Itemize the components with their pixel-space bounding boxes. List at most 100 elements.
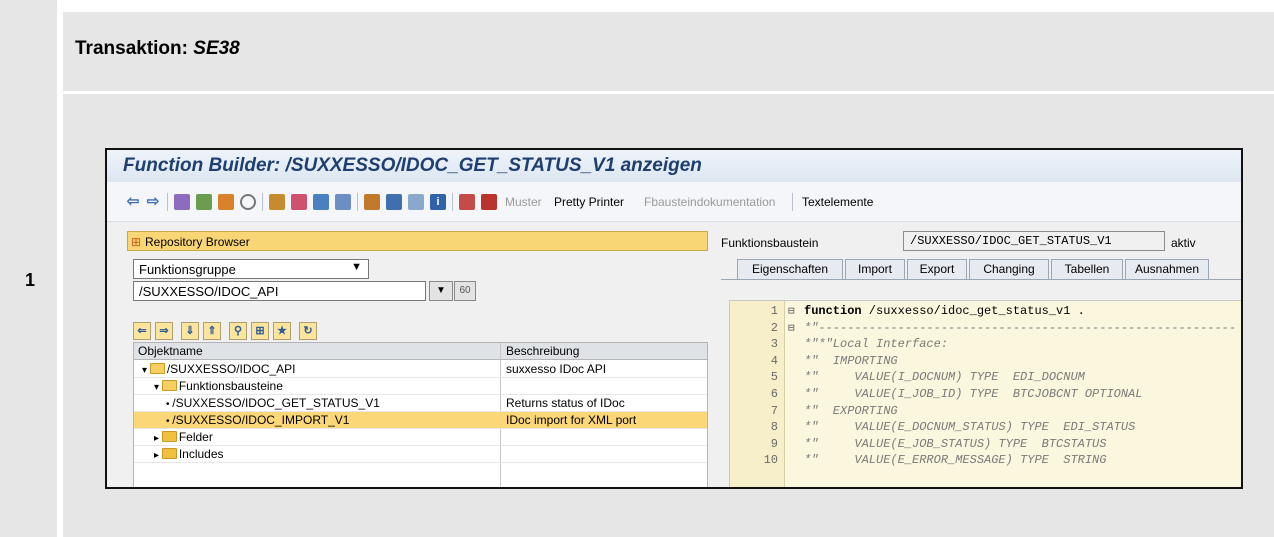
tree-row-label: /SUXXESSO/IDOC_API (166, 362, 296, 376)
function-module-label: Funktionsbaustein (721, 236, 819, 250)
window-title-bar: Function Builder: /SUXXESSO/IDOC_GET_STA… (107, 150, 1241, 182)
object-name-input[interactable]: /SUXXESSO/IDOC_API (133, 281, 426, 301)
copy-icon[interactable] (218, 194, 234, 210)
where-used-icon[interactable] (240, 194, 256, 210)
code-content: *"--------------------------------------… (804, 320, 1237, 335)
forward-nav-icon[interactable]: ⇒ (155, 322, 173, 340)
display-glasses-icon[interactable]: 60 (454, 281, 476, 301)
code-content: *" VALUE(E_JOB_STATUS) TYPE BTCSTATUS (804, 436, 1107, 451)
stop-icon[interactable] (481, 194, 497, 210)
folder-icon (149, 363, 165, 374)
muster-button[interactable]: Muster (505, 195, 542, 209)
tree-header: Objektname Beschreibung (134, 343, 707, 360)
tree-row[interactable]: • /SUXXESSO/IDOC_GET_STATUS_V1 Returns st… (134, 395, 707, 412)
check-icon[interactable] (174, 194, 190, 210)
code-text: function /suxxesso/idoc_get_status_v1 . (804, 304, 1085, 318)
binoculars-icon[interactable]: ⚲ (229, 322, 247, 340)
tree-row[interactable]: • /SUXXESSO/IDOC_IMPORT_V1 IDoc import fo… (134, 412, 707, 429)
code-text: *" IMPORTING (804, 354, 898, 368)
code-line: 5 *" VALUE(I_DOCNUM) TYPE EDI_DOCNUM (730, 370, 1241, 386)
code-keyword: function (804, 304, 862, 318)
network-icon[interactable] (459, 194, 475, 210)
code-text: *"*"Local Interface: (804, 337, 948, 351)
tab-import[interactable]: Import (845, 259, 905, 279)
tree-row[interactable]: ▸ Felder (134, 429, 707, 446)
tree-row[interactable]: ▾ Funktionsbausteine (134, 378, 707, 395)
source-code-editor[interactable]: 1 ⊟ function /suxxesso/idoc_get_status_v1 … (729, 300, 1241, 487)
collapse-up-icon[interactable]: ⇑ (203, 322, 221, 340)
code-text: *"--------------------------------------… (804, 321, 1236, 335)
edit-icon[interactable] (291, 194, 307, 210)
hierarchy-icon[interactable] (269, 194, 285, 210)
other-object-icon[interactable] (335, 194, 351, 210)
tree-row-description: suxxesso IDoc API (506, 362, 607, 376)
code-line: 7 *" EXPORTING (730, 404, 1241, 420)
expand-arrow-icon[interactable]: ▾ (154, 382, 162, 393)
test-icon[interactable] (313, 194, 329, 210)
repository-browser-header[interactable]: ⊞ Repository Browser (127, 231, 708, 251)
tree-row-name: • /SUXXESSO/IDOC_IMPORT_V1 (166, 413, 349, 427)
tab-ausnahmen[interactable]: Ausnahmen (1125, 259, 1209, 279)
tree-row-name: ▸ Includes (154, 447, 224, 461)
activation-status: aktiv (1171, 236, 1196, 250)
code-text: *" VALUE(E_ERROR_MESSAGE) TYPE STRING (804, 453, 1106, 467)
repository-browser-icon: ⊞ (131, 235, 142, 249)
step-number: 1 (24, 270, 35, 290)
info-icon[interactable]: i (430, 194, 446, 210)
activate-icon[interactable] (196, 194, 212, 210)
toolbar-separator (452, 193, 453, 211)
folder-icon (161, 380, 177, 391)
tab-baseline (721, 279, 1241, 280)
code-line: 2 ⊟ *"------------------------------------… (730, 320, 1241, 337)
fb-documentation-button[interactable]: Fbausteindokumentation (644, 195, 775, 209)
tree-row-label: Includes (178, 447, 224, 461)
fold-toggle-icon[interactable]: ⊟ (788, 304, 795, 318)
display-icon[interactable] (386, 194, 402, 210)
repository-browser-label: Repository Browser (145, 235, 250, 249)
back-nav-icon[interactable]: ⇐ (133, 322, 151, 340)
collapse-arrow-icon[interactable]: ▸ (154, 450, 162, 461)
refresh-icon[interactable]: ↻ (299, 322, 317, 340)
expand-down-icon[interactable]: ⇓ (181, 322, 199, 340)
code-content: *" VALUE(I_JOB_ID) TYPE BTCJOBCNT OPTION… (804, 387, 1143, 401)
favorites-star-icon[interactable]: ★ (273, 322, 291, 340)
object-list-icon[interactable] (364, 194, 380, 210)
tree-row[interactable]: ▸ Includes (134, 446, 707, 463)
code-content: *" EXPORTING (804, 403, 898, 418)
code-content: /suxxesso/idoc_get_status_v1 . (861, 304, 1085, 318)
tree-row[interactable]: ▾ /SUXXESSO/IDOC_API suxxesso IDoc API (134, 361, 707, 378)
tab-tabellen[interactable]: Tabellen (1051, 259, 1123, 279)
tree-row-description: IDoc import for XML port (506, 413, 637, 427)
pretty-printer-button[interactable]: Pretty Printer (554, 195, 624, 209)
expand-arrow-icon[interactable]: ▾ (142, 365, 150, 376)
dropdown-button[interactable]: ▼ (429, 281, 453, 301)
tree-icon[interactable]: ⊞ (251, 322, 269, 340)
tree-row-name: ▾ /SUXXESSO/IDOC_API (142, 362, 296, 376)
line-number: 5 (770, 370, 778, 385)
back-icon[interactable]: ⇦ (125, 194, 141, 210)
code-text: *" EXPORTING (804, 404, 898, 418)
object-type-select[interactable]: Funktionsgruppe ▼ (133, 259, 369, 279)
code-line: 6 *" VALUE(I_JOB_ID) TYPE BTCJOBCNT OPTIO… (730, 387, 1241, 403)
line-number: 2 (770, 320, 778, 335)
tree-row-label: Felder (178, 430, 213, 444)
heading-row: Transaktion: SE38 (63, 12, 1274, 91)
tab-export[interactable]: Export (907, 259, 967, 279)
forward-icon[interactable]: ⇨ (145, 194, 161, 210)
text-elements-button[interactable]: Textelemente (802, 195, 873, 209)
tab-changing[interactable]: Changing (969, 259, 1049, 279)
column-header-name: Objektname (138, 344, 203, 358)
transaction-code: SE38 (193, 38, 240, 59)
page-title: Transaktion: SE38 (75, 38, 240, 60)
fold-toggle-icon[interactable]: ⊟ (788, 321, 795, 335)
tree-row-label: /SUXXESSO/IDOC_IMPORT_V1 (172, 413, 350, 427)
tab-eigenschaften[interactable]: Eigenschaften (737, 259, 843, 279)
function-module-name: /SUXXESSO/IDOC_GET_STATUS_V1 (910, 234, 1112, 248)
code-line: 1 ⊟ function /suxxesso/idoc_get_status_v1 … (730, 304, 1241, 320)
code-text: *" VALUE(E_DOCNUM_STATUS) TYPE EDI_STATU… (804, 420, 1135, 434)
layout-icon[interactable] (408, 194, 424, 210)
tree-row-name: • /SUXXESSO/IDOC_GET_STATUS_V1 (166, 396, 380, 410)
object-name-value: /SUXXESSO/IDOC_API (139, 284, 279, 299)
line-number: 6 (770, 387, 778, 401)
collapse-arrow-icon[interactable]: ▸ (154, 433, 162, 444)
